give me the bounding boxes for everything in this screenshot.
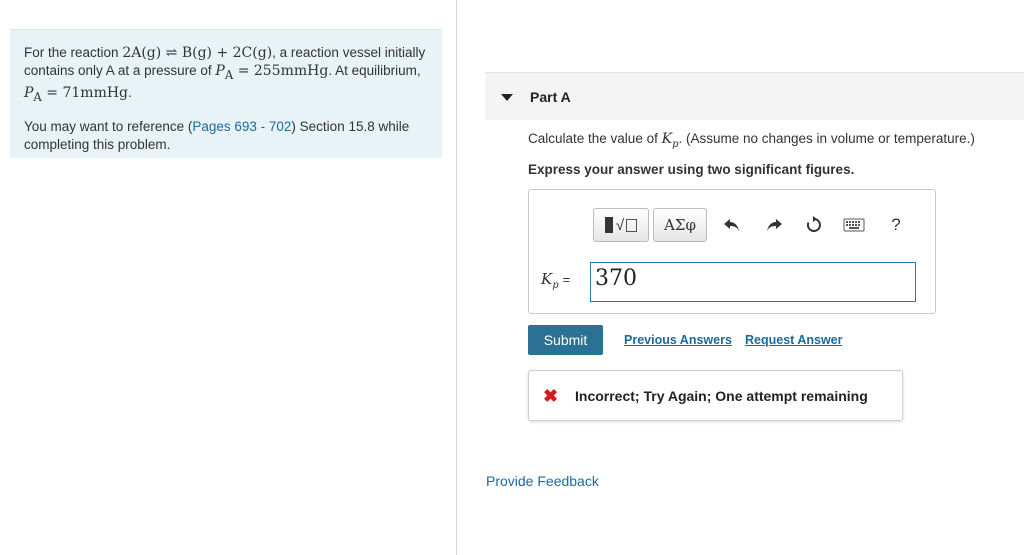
answer-var: K: [541, 270, 553, 288]
templates-button[interactable]: √: [593, 208, 649, 242]
answer-equals: =: [562, 272, 571, 287]
question-suffix: . (Assume no changes in volume or temper…: [678, 131, 975, 146]
answer-variable-label: Kp =: [541, 270, 570, 291]
panel-divider: [456, 0, 457, 555]
pa-initial-sub: A: [224, 67, 234, 82]
submit-button[interactable]: Submit: [528, 325, 603, 355]
reaction-equation: 2A(g) ⇌ B(g) + 2C(g): [122, 45, 273, 61]
question-text: Calculate the value of Kp. (Assume no ch…: [528, 131, 975, 150]
help-icon[interactable]: ?: [885, 214, 907, 236]
equilibrium-pressure: PA = 71mmHg: [24, 84, 129, 104]
answer-input[interactable]: 370: [590, 262, 916, 302]
reset-icon[interactable]: [803, 214, 825, 236]
error-x-icon: ✖: [543, 386, 559, 406]
radical-icon: √: [615, 216, 625, 234]
redo-icon[interactable]: [763, 214, 785, 236]
template-block-icon: [604, 217, 613, 233]
mastering-page: For the reaction 2A(g) ⇌ B(g) + 2C(g), a…: [0, 0, 1024, 555]
keyboard-icon[interactable]: [843, 214, 865, 236]
instruction-text: Express your answer using two significan…: [528, 162, 855, 177]
template-box-icon: [626, 218, 638, 232]
feedback-message-box: ✖ Incorrect; Try Again; One attempt rema…: [528, 370, 903, 421]
part-title: Part A: [530, 89, 571, 105]
provide-feedback-link[interactable]: Provide Feedback: [486, 473, 599, 489]
question-variable: Kp: [661, 131, 679, 150]
initial-pressure: PA = 255mmHg: [215, 63, 329, 82]
ref-prefix: You may want to reference (: [24, 118, 193, 134]
problem-statement: For the reaction 2A(g) ⇌ B(g) + 2C(g), a…: [10, 29, 442, 158]
reference-text: You may want to reference (Pages 693 - 7…: [24, 118, 428, 154]
answer-var-sub: p: [552, 280, 559, 291]
question-var: K: [661, 131, 673, 147]
pa-eq-value: = 71mmHg: [46, 84, 129, 101]
reference-pages-link[interactable]: Pages 693 - 702: [192, 119, 291, 134]
pa-eq-var: P: [24, 84, 34, 101]
pa-eq-sub: A: [33, 89, 42, 104]
greek-symbols-button[interactable]: ΑΣφ: [653, 208, 707, 242]
problem-text: For the reaction 2A(g) ⇌ B(g) + 2C(g), a…: [24, 45, 426, 104]
intro-end: . At equilibrium,: [328, 63, 421, 78]
question-prefix: Calculate the value of: [528, 131, 658, 146]
answer-box: √ ΑΣφ ? Kp = 370: [528, 189, 936, 314]
previous-answers-link[interactable]: Previous Answers: [624, 333, 732, 347]
part-a-header[interactable]: Part A: [485, 72, 1024, 120]
feedback-text: Incorrect; Try Again; One attempt remain…: [575, 388, 868, 404]
intro-prefix: For the reaction: [24, 45, 119, 60]
collapse-caret-icon[interactable]: [501, 94, 513, 101]
request-answer-link[interactable]: Request Answer: [745, 333, 842, 347]
pa-initial-value: = 255mmHg: [237, 63, 329, 79]
pa-initial-var: P: [215, 63, 225, 79]
undo-icon[interactable]: [721, 214, 743, 236]
